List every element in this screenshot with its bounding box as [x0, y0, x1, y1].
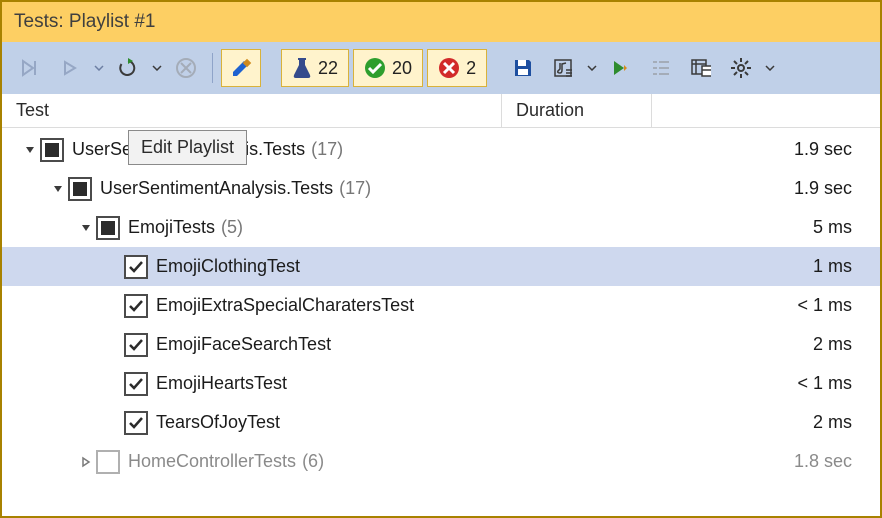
- toolbar: 22 20 2: [2, 42, 880, 94]
- column-test[interactable]: Test: [2, 94, 502, 127]
- tree-label: EmojiHeartsTest: [156, 373, 287, 394]
- checkbox[interactable]: [124, 294, 148, 318]
- checkbox[interactable]: [124, 372, 148, 396]
- tree-duration: 2 ms: [700, 412, 880, 433]
- expander-icon[interactable]: [76, 222, 96, 234]
- pass-icon: [364, 57, 386, 79]
- tree-duration: < 1 ms: [700, 373, 880, 394]
- tree-count: (17): [339, 178, 371, 199]
- tree-duration: 1 ms: [700, 256, 880, 277]
- run-all-button[interactable]: [12, 50, 48, 86]
- checkbox[interactable]: [124, 411, 148, 435]
- run-profile-button[interactable]: [603, 50, 639, 86]
- tree-duration: < 1 ms: [700, 295, 880, 316]
- total-tests-badge[interactable]: 22: [281, 49, 349, 87]
- tree-count: (17): [311, 139, 343, 160]
- tree-label: UserSentimentAnalysis.Tests: [100, 178, 333, 199]
- window-title-bar: Tests: Playlist #1: [2, 2, 880, 42]
- repeat-dropdown[interactable]: [150, 65, 164, 71]
- tree-label: EmojiExtraSpecialCharatersTest: [156, 295, 414, 316]
- separator: [212, 53, 213, 83]
- tree-duration: 1.9 sec: [700, 139, 880, 160]
- tree-count: (6): [302, 451, 324, 472]
- tree-label: EmojiFaceSearchTest: [156, 334, 331, 355]
- group-button[interactable]: [643, 50, 679, 86]
- passed-count: 20: [392, 58, 412, 79]
- stop-button[interactable]: [168, 50, 204, 86]
- expander-icon[interactable]: [76, 456, 96, 468]
- tree-duration: 1.9 sec: [700, 178, 880, 199]
- checkbox[interactable]: [96, 450, 120, 474]
- tooltip: Edit Playlist: [128, 130, 247, 165]
- column-duration[interactable]: Duration: [502, 94, 652, 127]
- tree-label: EmojiClothingTest: [156, 256, 300, 277]
- checkbox[interactable]: [124, 255, 148, 279]
- tree-row[interactable]: EmojiFaceSearchTest 2 ms: [2, 325, 880, 364]
- run-button[interactable]: [52, 50, 88, 86]
- fail-icon: [438, 57, 460, 79]
- tree-label: TearsOfJoyTest: [156, 412, 280, 433]
- expander-icon[interactable]: [20, 144, 40, 156]
- total-count: 22: [318, 58, 338, 79]
- tree-duration: 1.8 sec: [700, 451, 880, 472]
- tree-row[interactable]: EmojiTests (5) 5 ms: [2, 208, 880, 247]
- passed-tests-badge[interactable]: 20: [353, 49, 423, 87]
- edit-playlist-button[interactable]: [221, 49, 261, 87]
- columns-button[interactable]: [683, 50, 719, 86]
- tree-row[interactable]: HomeControllerTests (6) 1.8 sec: [2, 442, 880, 481]
- tree-duration: 5 ms: [700, 217, 880, 238]
- tree-row[interactable]: EmojiExtraSpecialCharatersTest < 1 ms: [2, 286, 880, 325]
- window-title: Tests: Playlist #1: [14, 11, 156, 33]
- save-button[interactable]: [505, 50, 541, 86]
- playlist-dropdown[interactable]: [585, 65, 599, 71]
- checkbox[interactable]: [124, 333, 148, 357]
- expander-icon[interactable]: [48, 183, 68, 195]
- settings-dropdown[interactable]: [763, 65, 777, 71]
- run-dropdown[interactable]: [92, 65, 106, 71]
- playlist-button[interactable]: [545, 50, 581, 86]
- failed-count: 2: [466, 58, 476, 79]
- settings-button[interactable]: [723, 50, 759, 86]
- column-headers: Test Duration: [2, 94, 880, 128]
- checkbox[interactable]: [40, 138, 64, 162]
- flask-icon: [292, 57, 312, 79]
- tree-label: HomeControllerTests: [128, 451, 296, 472]
- repeat-button[interactable]: [110, 50, 146, 86]
- tree-row[interactable]: EmojiHeartsTest < 1 ms: [2, 364, 880, 403]
- tree-duration: 2 ms: [700, 334, 880, 355]
- tree-label: EmojiTests: [128, 217, 215, 238]
- tree-row[interactable]: UserSentimentAnalysis.Tests (17) 1.9 sec: [2, 169, 880, 208]
- checkbox[interactable]: [96, 216, 120, 240]
- failed-tests-badge[interactable]: 2: [427, 49, 487, 87]
- tree-count: (5): [221, 217, 243, 238]
- test-tree[interactable]: Edit Playlist UserSentimentAnalysis.Test…: [2, 128, 880, 481]
- checkbox[interactable]: [68, 177, 92, 201]
- tree-row[interactable]: TearsOfJoyTest 2 ms: [2, 403, 880, 442]
- tree-row[interactable]: EmojiClothingTest 1 ms: [2, 247, 880, 286]
